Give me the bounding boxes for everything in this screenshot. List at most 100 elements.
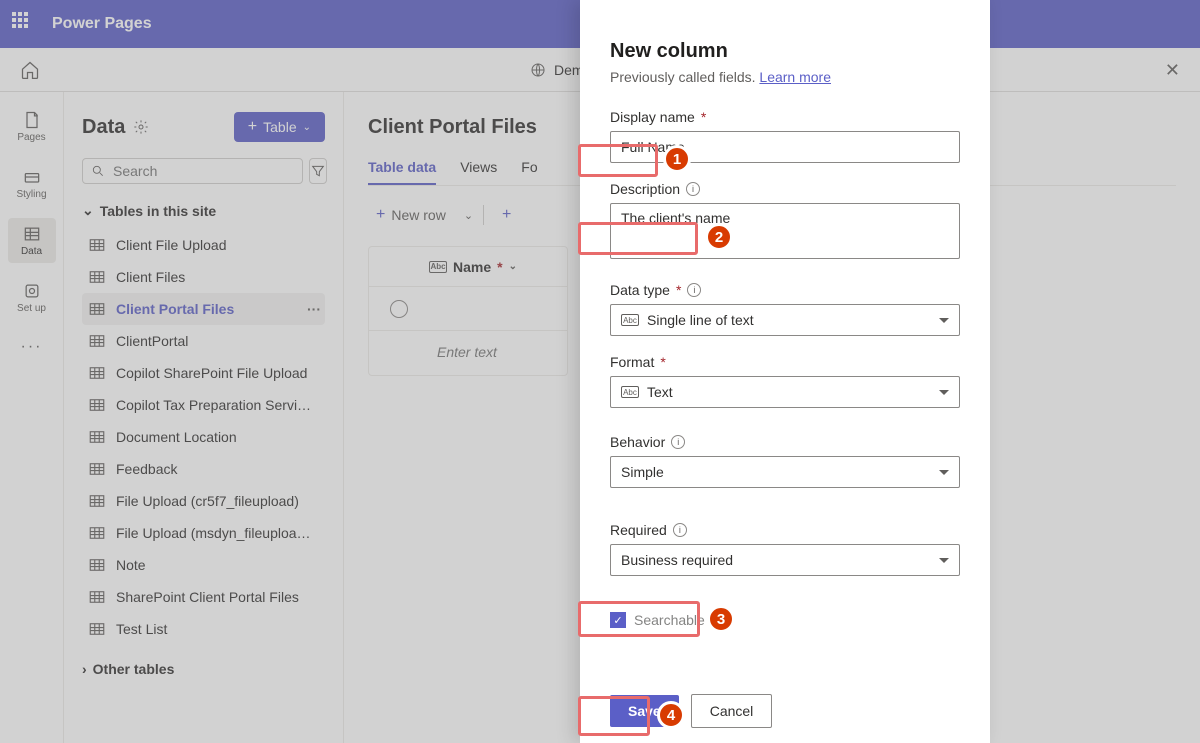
sidebar-table-item[interactable]: ClientPortal — [82, 325, 325, 357]
sidebar-table-item[interactable]: Copilot Tax Preparation Servi… — [82, 389, 325, 421]
cancel-button[interactable]: Cancel — [691, 694, 773, 728]
gear-icon[interactable] — [133, 119, 149, 135]
search-input[interactable] — [113, 163, 294, 179]
search-input-wrapper[interactable] — [82, 158, 303, 184]
setup-icon — [22, 281, 42, 301]
add-column-button[interactable]: + — [494, 202, 519, 228]
grid-header-name[interactable]: Abc Name * ⌄ — [429, 259, 567, 275]
styling-icon — [22, 167, 42, 187]
sidebar-table-label: Client Files — [116, 269, 185, 285]
row-select-radio[interactable] — [390, 300, 408, 318]
sidebar-table-item[interactable]: File Upload (msdyn_fileuploa… — [82, 517, 325, 549]
table-icon — [88, 556, 106, 574]
table-list: Client File Upload Client Files Client P… — [82, 229, 325, 645]
behavior-label-text: Behavior — [610, 434, 665, 450]
required-select[interactable]: Business required — [610, 544, 960, 576]
table-icon — [88, 332, 106, 350]
behavior-label: Behavior i — [610, 434, 960, 450]
sidebar-table-item[interactable]: Copilot SharePoint File Upload — [82, 357, 325, 389]
sidebar-table-label: Copilot Tax Preparation Servi… — [116, 397, 311, 413]
tables-section-header[interactable]: ⌄ Tables in this site — [82, 202, 325, 219]
grid-header: Abc Name * ⌄ — [369, 247, 567, 287]
table-icon — [88, 460, 106, 478]
filter-button[interactable] — [309, 158, 327, 184]
tab-item[interactable]: Views — [460, 151, 497, 185]
close-icon[interactable]: ✕ — [1165, 60, 1180, 81]
text-type-icon: Abc — [621, 386, 639, 398]
sidebar-table-item[interactable]: Note — [82, 549, 325, 581]
sidebar-table-item[interactable]: Client Portal Files ··· — [82, 293, 325, 325]
sidebar-table-item[interactable]: SharePoint Client Portal Files — [82, 581, 325, 613]
learn-more-link[interactable]: Learn more — [759, 69, 831, 85]
new-table-button[interactable]: + Table ⌄ — [234, 112, 325, 142]
rail-item-more[interactable]: ··· — [8, 332, 56, 362]
save-button[interactable]: Save — [610, 695, 679, 727]
info-icon[interactable]: i — [686, 182, 700, 196]
format-label: Format * — [610, 354, 960, 370]
new-row-name-input[interactable] — [437, 344, 559, 360]
panel-footer: Save Cancel — [580, 679, 990, 743]
chevron-down-icon: ⌄ — [82, 202, 94, 219]
app-launcher-icon[interactable] — [12, 12, 36, 36]
searchable-checkbox[interactable]: ✓ — [610, 612, 626, 628]
tab-item[interactable]: Fo — [521, 151, 537, 185]
rail-label: Data — [21, 246, 42, 257]
sidebar-table-label: Test List — [116, 621, 167, 637]
tab-item[interactable]: Table data — [368, 151, 436, 185]
table-icon — [88, 396, 106, 414]
behavior-value: Simple — [621, 464, 664, 480]
more-icon[interactable]: ··· — [307, 301, 321, 317]
new-table-label: Table — [263, 119, 296, 135]
table-icon — [88, 492, 106, 510]
info-icon[interactable]: i — [673, 523, 687, 537]
new-row-button[interactable]: + New row — [368, 202, 454, 228]
data-icon — [22, 224, 42, 244]
description-label-text: Description — [610, 181, 680, 197]
sidebar: Data + Table ⌄ ⌄ Tables in this site Cli — [64, 92, 344, 743]
sidebar-table-item[interactable]: File Upload (cr5f7_fileupload) — [82, 485, 325, 517]
other-tables-label: Other tables — [93, 661, 175, 677]
sidebar-table-item[interactable]: Feedback — [82, 453, 325, 485]
description-input[interactable]: The client's name — [610, 203, 960, 259]
grid-row[interactable] — [369, 287, 567, 331]
info-icon[interactable]: i — [687, 283, 701, 297]
text-type-icon: Abc — [429, 261, 447, 273]
rail-item-data[interactable]: Data — [8, 218, 56, 263]
globe-icon — [530, 62, 546, 78]
display-name-label: Display name * — [610, 109, 960, 125]
data-type-label-text: Data type — [610, 282, 670, 298]
table-icon — [88, 620, 106, 638]
data-type-label: Data type * i — [610, 282, 960, 298]
panel-title: New column — [610, 40, 960, 63]
home-icon[interactable] — [20, 60, 40, 80]
behavior-select[interactable]: Simple — [610, 456, 960, 488]
sidebar-table-label: Note — [116, 557, 146, 573]
data-type-select[interactable]: Abc Single line of text — [610, 304, 960, 336]
table-icon — [88, 588, 106, 606]
rail-item-setup[interactable]: Set up — [8, 275, 56, 320]
required-value: Business required — [621, 552, 733, 568]
rail-item-styling[interactable]: Styling — [8, 161, 56, 206]
new-row-label: New row — [391, 207, 445, 223]
other-tables-header[interactable]: › Other tables — [82, 661, 325, 677]
tables-section-label: Tables in this site — [100, 203, 216, 219]
sidebar-table-item[interactable]: Client File Upload — [82, 229, 325, 261]
grid-new-row — [369, 331, 567, 375]
sidebar-table-item[interactable]: Client Files — [82, 261, 325, 293]
sidebar-table-label: SharePoint Client Portal Files — [116, 589, 299, 605]
rail-item-pages[interactable]: Pages — [8, 104, 56, 149]
required-indicator: * — [497, 259, 502, 275]
chevron-down-icon[interactable]: ⌄ — [464, 209, 473, 222]
table-icon — [88, 268, 106, 286]
table-icon — [88, 364, 106, 382]
display-name-input[interactable] — [610, 131, 960, 163]
info-icon[interactable]: i — [671, 435, 685, 449]
sidebar-table-item[interactable]: Document Location — [82, 421, 325, 453]
data-grid: Abc Name * ⌄ — [368, 246, 568, 376]
format-select[interactable]: Abc Text — [610, 376, 960, 408]
new-column-panel: New column Previously called fields. Lea… — [580, 0, 990, 743]
info-icon[interactable]: i — [713, 613, 727, 627]
plus-icon: + — [502, 206, 511, 224]
sidebar-table-item[interactable]: Test List — [82, 613, 325, 645]
plus-icon: + — [376, 206, 385, 224]
